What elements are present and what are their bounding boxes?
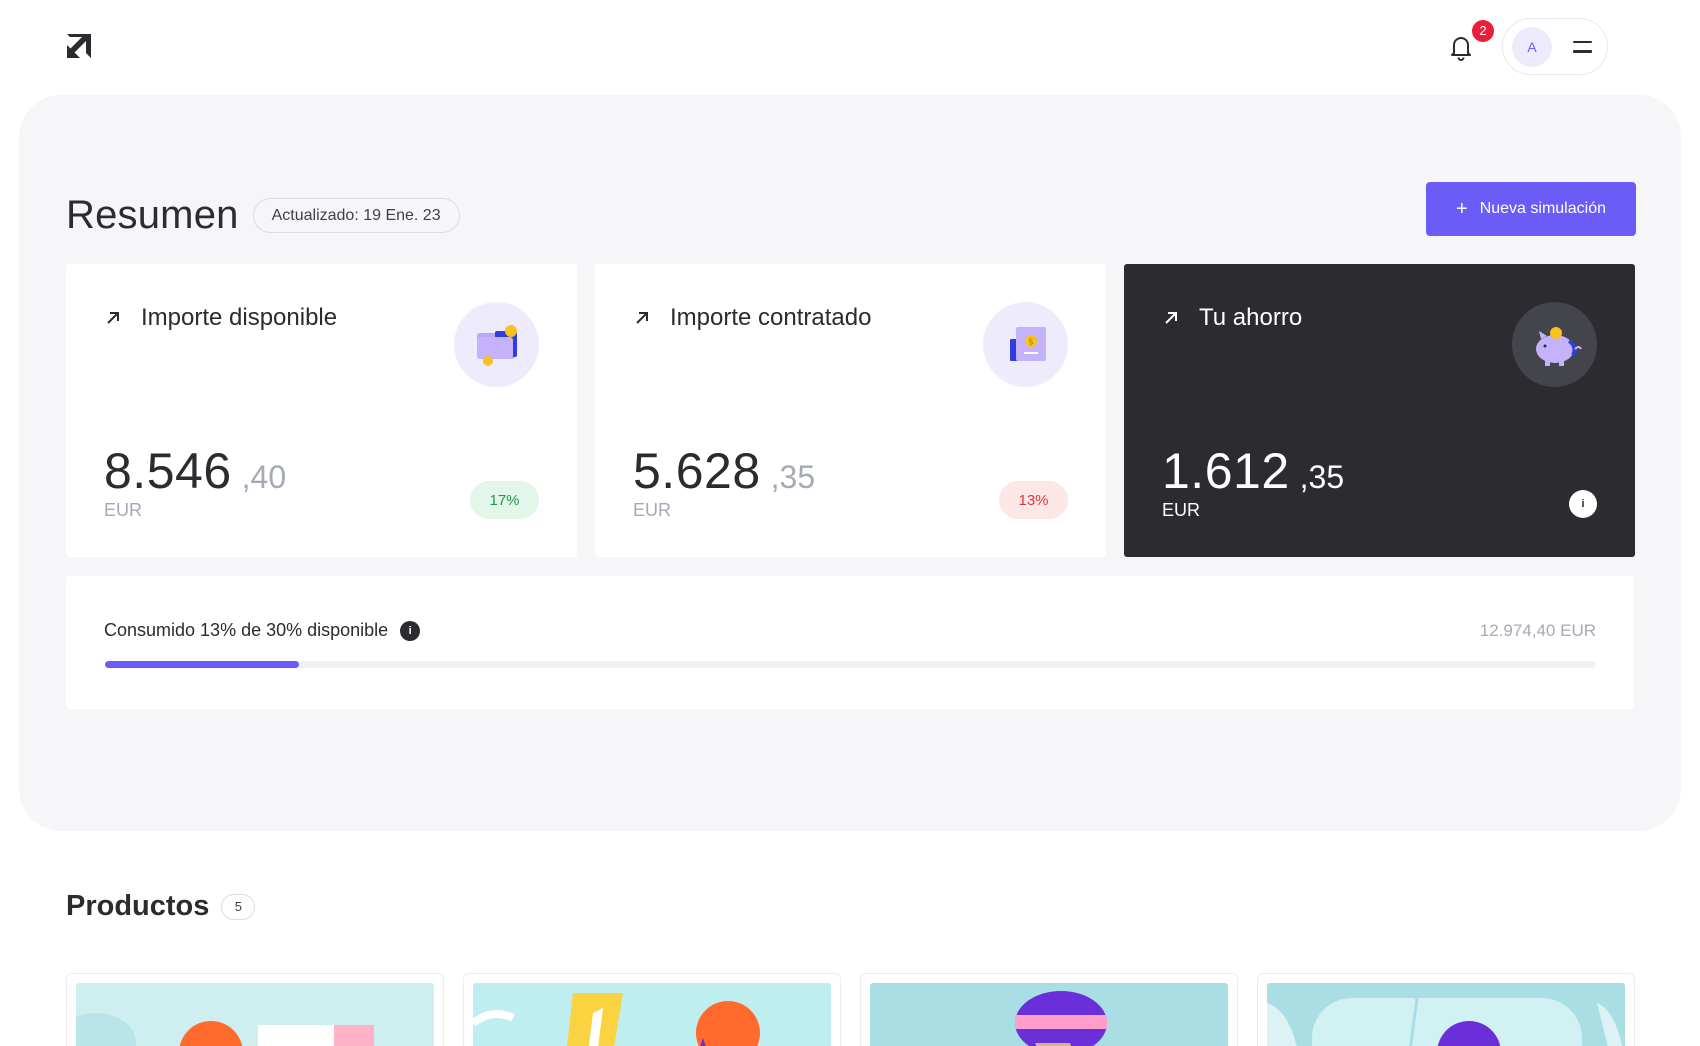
notifications-button[interactable]: 2 [1446, 19, 1494, 62]
avatar: A [1512, 26, 1552, 67]
product-illustration [473, 983, 831, 1046]
updated-date-badge: Actualizado: 19 Ene. 23 [252, 198, 460, 233]
header-actions: 2 A [1446, 18, 1608, 75]
document-coin-icon: $ [983, 302, 1068, 387]
currency-label: EUR [1162, 500, 1201, 520]
products-title: Productos [66, 890, 210, 922]
card-title: Importe disponible [141, 304, 338, 331]
consumption-label: Consumido 13% de 30% disponible [104, 620, 389, 640]
product-illustration [870, 983, 1228, 1046]
percentage-badge: 17% [470, 481, 539, 519]
amount-integer: 1.612 [1162, 443, 1290, 499]
progress-bar-fill [105, 661, 299, 668]
percentage-badge: 13% [999, 481, 1068, 519]
amount: 1.612 ,35 [1162, 442, 1344, 500]
amount: 5.628 ,35 [633, 442, 815, 500]
product-illustration [76, 983, 434, 1046]
product-card[interactable] [463, 973, 841, 1046]
savings-card[interactable]: Tu ahorro 1.612 ,35 EUR i [1124, 264, 1635, 557]
product-card[interactable] [860, 973, 1238, 1046]
user-menu-button[interactable]: A [1502, 18, 1608, 75]
svg-text:$: $ [1028, 337, 1034, 347]
product-card[interactable] [1257, 973, 1635, 1046]
card-header: Importe contratado [633, 304, 871, 332]
bell-icon [1451, 36, 1471, 61]
products-count-badge: 5 [221, 893, 256, 920]
summary-panel: Resumen Actualizado: 19 Ene. 23 + Nueva … [19, 95, 1681, 831]
card-header: Tu ahorro [1162, 304, 1302, 332]
notifications-count-badge: 2 [1472, 19, 1494, 42]
consumption-total: 12.974,40 EUR [1479, 621, 1596, 640]
products-header: Productos 5 [66, 890, 256, 923]
piggy-bank-icon [1512, 302, 1597, 387]
amount-decimal: ,35 [1299, 459, 1345, 495]
page-title: Resumen [66, 193, 239, 237]
arrow-up-right-icon [107, 312, 119, 324]
new-simulation-button[interactable]: + Nueva simulación [1426, 182, 1636, 236]
amount-integer: 8.546 [104, 443, 232, 499]
plus-icon: + [1456, 198, 1468, 220]
amount-decimal: ,40 [241, 459, 287, 495]
arrow-up-right-icon [1165, 312, 1177, 324]
product-card[interactable] [66, 973, 444, 1046]
contracted-amount-card[interactable]: Importe contratado $ 5.628 ,35 EUR 13% [595, 264, 1106, 557]
progress-bar-track [105, 661, 1596, 668]
new-simulation-label: Nueva simulación [1479, 200, 1606, 217]
card-header: Importe disponible [104, 304, 337, 332]
consumption-label-row: Consumido 13% de 30% disponible i [104, 620, 421, 641]
currency-label: EUR [104, 500, 143, 520]
currency-label: EUR [633, 500, 672, 520]
info-icon[interactable]: i [400, 620, 421, 641]
card-title: Importe contratado [670, 304, 872, 331]
amount-integer: 5.628 [633, 443, 761, 499]
info-icon[interactable]: i [1569, 490, 1597, 518]
wallet-icon [454, 302, 539, 387]
logo-icon[interactable] [64, 31, 94, 61]
amount: 8.546 ,40 [104, 442, 286, 500]
amount-decimal: ,35 [770, 459, 816, 495]
consumption-progress-card: Consumido 13% de 30% disponible i 12.974… [66, 576, 1634, 709]
available-amount-card[interactable]: Importe disponible 8.546 ,40 EUR 17% [66, 264, 577, 557]
card-title: Tu ahorro [1199, 304, 1303, 331]
summary-header: Resumen Actualizado: 19 Ene. 23 [66, 193, 460, 238]
arrow-up-right-icon [636, 312, 648, 324]
hamburger-menu-icon [1573, 40, 1592, 53]
product-illustration [1267, 983, 1625, 1046]
